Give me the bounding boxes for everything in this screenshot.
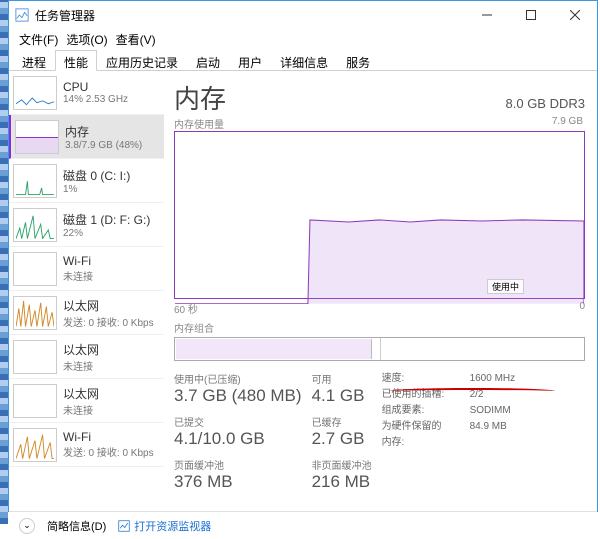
page-title: 内存	[174, 79, 226, 116]
disk-thumbnail	[13, 208, 57, 242]
tab-processes[interactable]: 进程	[13, 50, 55, 71]
sidebar-item-disk1[interactable]: 磁盘 1 (D: F: G:)22%	[9, 203, 164, 247]
sidebar-item-ethernet1[interactable]: 以太网未连接	[9, 335, 164, 379]
sidebar: CPU14% 2.53 GHz 内存3.8/7.9 GB (48%) 磁盘 0 …	[9, 71, 164, 511]
tab-row: 进程 性能 应用历史记录 启动 用户 详细信息 服务	[9, 49, 597, 71]
sidebar-sublabel: 3.8/7.9 GB (48%)	[65, 140, 142, 151]
sidebar-sublabel: 14% 2.53 GHz	[63, 94, 128, 105]
tab-app-history[interactable]: 应用历史记录	[97, 50, 187, 71]
tab-performance[interactable]: 性能	[55, 50, 97, 71]
sidebar-label: 磁盘 0 (C: I:)	[63, 167, 130, 184]
tab-startup[interactable]: 启动	[187, 50, 229, 71]
sidebar-label: 内存	[65, 123, 142, 140]
sidebar-item-disk0[interactable]: 磁盘 0 (C: I:)1%	[9, 159, 164, 203]
menu-options[interactable]: 选项(O)	[64, 31, 109, 48]
sidebar-sublabel: 未连接	[63, 268, 93, 283]
content: CPU14% 2.53 GHz 内存3.8/7.9 GB (48%) 磁盘 0 …	[9, 71, 597, 511]
menubar: 文件(F) 选项(O) 查看(V)	[9, 29, 597, 49]
maximize-button[interactable]	[509, 1, 553, 29]
memory-composition-chart	[174, 337, 585, 361]
sidebar-label: Wi-Fi	[63, 254, 93, 268]
usage-label: 内存使用量	[174, 116, 224, 131]
main-panel: 内存 8.0 GB DDR3 内存使用量7.9 GB 使用中 60 秒0 内存组…	[164, 71, 597, 511]
titlebar[interactable]: 任务管理器	[9, 1, 597, 29]
legend-in-use: 使用中	[487, 279, 524, 294]
sidebar-item-ethernet0[interactable]: 以太网发送: 0 接收: 0 Kbps	[9, 291, 164, 335]
desktop-edge	[0, 0, 8, 524]
sidebar-item-wifi2[interactable]: Wi-Fi发送: 0 接收: 0 Kbps	[9, 423, 164, 467]
memory-spec: 8.0 GB DDR3	[506, 96, 585, 111]
tab-services[interactable]: 服务	[337, 50, 379, 71]
wifi-thumbnail	[13, 428, 57, 462]
stat-cached: 已缓存2.7 GB	[312, 414, 372, 449]
wifi-thumbnail	[13, 252, 57, 286]
memory-thumbnail	[15, 120, 59, 154]
disk-thumbnail	[13, 164, 57, 198]
reserved-value: 84.9 MB	[470, 419, 507, 451]
sidebar-sublabel: 未连接	[63, 358, 99, 373]
task-manager-window: 任务管理器 文件(F) 选项(O) 查看(V) 进程 性能 应用历史记录 启动 …	[8, 0, 598, 512]
annotation-underline	[390, 388, 555, 394]
eth-thumbnail	[13, 296, 57, 330]
stat-nonpaged: 非页面缓冲池216 MB	[312, 457, 372, 492]
sidebar-item-wifi[interactable]: Wi-Fi未连接	[9, 247, 164, 291]
sidebar-item-memory[interactable]: 内存3.8/7.9 GB (48%)	[9, 115, 164, 159]
sidebar-label: Wi-Fi	[63, 430, 154, 444]
resmon-icon	[118, 520, 130, 532]
stat-committed: 已提交4.1/10.0 GB	[174, 414, 302, 449]
fewer-details-button[interactable]: ⌄	[19, 518, 35, 534]
minimize-button[interactable]	[465, 1, 509, 29]
eth-thumbnail	[13, 384, 57, 418]
stat-paged: 页面缓冲池376 MB	[174, 457, 302, 492]
window-controls	[465, 1, 597, 29]
sidebar-sublabel: 22%	[63, 228, 150, 239]
sidebar-sublabel: 1%	[63, 184, 130, 195]
window-title: 任务管理器	[35, 7, 95, 24]
stat-available: 可用4.1 GB	[312, 371, 372, 406]
sidebar-label: 以太网	[63, 385, 99, 402]
form-value: SODIMM	[470, 403, 511, 419]
speed-value: 1600 MHz	[470, 371, 516, 387]
sidebar-item-ethernet2[interactable]: 以太网未连接	[9, 379, 164, 423]
sidebar-label: 磁盘 1 (D: F: G:)	[63, 211, 150, 228]
sidebar-label: 以太网	[63, 297, 154, 314]
tab-users[interactable]: 用户	[229, 50, 271, 71]
menu-file[interactable]: 文件(F)	[17, 31, 60, 48]
stat-in-use: 使用中(已压缩)3.7 GB (480 MB)	[174, 371, 302, 406]
sidebar-item-cpu[interactable]: CPU14% 2.53 GHz	[9, 71, 164, 115]
sidebar-label: CPU	[63, 80, 128, 94]
sidebar-sublabel: 发送: 0 接收: 0 Kbps	[63, 444, 154, 459]
usage-max: 7.9 GB	[552, 116, 583, 131]
sidebar-label: 以太网	[63, 341, 99, 358]
tab-details[interactable]: 详细信息	[271, 50, 337, 71]
menu-view[interactable]: 查看(V)	[114, 31, 158, 48]
footer: ⌄ 简略信息(D) 打开资源监视器	[9, 511, 597, 539]
sidebar-sublabel: 未连接	[63, 402, 99, 417]
memory-usage-chart: 使用中	[174, 131, 585, 299]
app-icon	[15, 8, 29, 22]
cpu-thumbnail	[13, 76, 57, 110]
fewer-details-label[interactable]: 简略信息(D)	[47, 518, 106, 534]
sidebar-sublabel: 发送: 0 接收: 0 Kbps	[63, 314, 154, 329]
close-button[interactable]	[553, 1, 597, 29]
open-resmon-link[interactable]: 打开资源监视器	[118, 518, 211, 534]
eth-thumbnail	[13, 340, 57, 374]
composition-label: 内存组合	[174, 320, 214, 335]
